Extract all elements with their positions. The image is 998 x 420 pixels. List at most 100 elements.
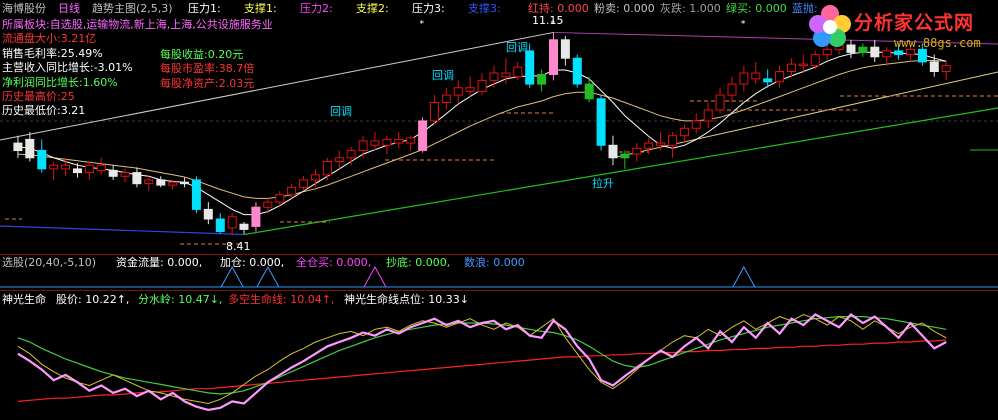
- ind2-item-4: 神光生命线点位: 10.33↓: [344, 293, 469, 306]
- candle-body: [549, 39, 558, 75]
- candle-body: [406, 137, 416, 144]
- candle-body: [287, 186, 297, 196]
- candle-body: [73, 168, 82, 174]
- annotation-huitiao-3: 回调: [506, 41, 528, 54]
- candle-body: [382, 138, 392, 146]
- low-price-label: 8.41: [226, 240, 251, 253]
- candle-body: [49, 164, 59, 170]
- candle-body: [275, 194, 285, 203]
- site-logo: 分析家公式网 www.88gs.com: [808, 2, 996, 54]
- ind1-item-2: 加仓: 0.000,: [220, 256, 285, 269]
- candle-body: [25, 138, 35, 159]
- candle-body: [358, 140, 368, 151]
- candle-body: [703, 109, 713, 122]
- header-item-1: 日线: [58, 2, 80, 15]
- candle-body: [668, 135, 677, 146]
- chart-stage: * * * 海博股份 日线 趋势主图(2,5,3) 压力1: 支撑1: 压力2: 支撑2: 压力3…: [0, 0, 998, 417]
- candle-body: [727, 83, 737, 96]
- info-right-line-2: 每股净资产:2.03元: [160, 76, 255, 90]
- candle-body: [370, 140, 380, 146]
- ind1-signal-3: [732, 265, 756, 288]
- annotation-lasheng: 拉升: [592, 177, 614, 190]
- candle-body: [299, 179, 309, 188]
- info-line-5: 历史最高价:25: [2, 90, 75, 103]
- header-item-11: 灰跌: 1.000: [660, 2, 721, 15]
- peak-star-0: *: [420, 19, 425, 29]
- info-line-0: 所属板块:自选股,运输物流,新上海,上海,公共设施服务业: [2, 18, 273, 31]
- candle-body: [941, 65, 951, 72]
- info-line-1: 流通盘大小:3.21亿: [2, 32, 97, 46]
- header-item-7: 压力3:: [412, 2, 445, 15]
- candle-body: [156, 179, 166, 186]
- candle-body: [525, 50, 535, 85]
- panel-separator-2: [0, 290, 998, 291]
- candle-body: [775, 71, 785, 83]
- header-item-2: 趋势主图(2,5,3): [92, 2, 173, 15]
- info-line-2: 销售毛利率:25.49%: [2, 46, 103, 60]
- ind1-signal-2: [363, 265, 387, 288]
- info-right-line-0: 每股收益:0.20元: [160, 48, 244, 61]
- panel-separator-1: [0, 254, 998, 255]
- candle-body: [429, 102, 439, 122]
- ind1-item-1: 资金流量: 0.000,: [116, 256, 203, 269]
- candle-body: [572, 57, 582, 85]
- logo-url: www.88gs.com: [894, 36, 981, 50]
- candle-body: [453, 87, 463, 96]
- candle-body: [560, 39, 570, 59]
- peak-star-2: *: [741, 19, 746, 29]
- ind2-item-2: 分水岭: 10.47↓,: [138, 293, 223, 306]
- candle-body: [120, 172, 130, 177]
- candle-body: [180, 181, 189, 185]
- candle-body: [346, 149, 356, 159]
- candle-body: [441, 94, 451, 103]
- candle-body: [644, 142, 654, 149]
- candle-body: [310, 174, 320, 181]
- logo-title: 分析家公式网: [854, 12, 975, 34]
- stock-chart: * * *: [0, 19, 998, 412]
- candle-body: [679, 127, 689, 137]
- candle-body: [489, 72, 499, 81]
- candle-body: [787, 63, 796, 72]
- trend-support-line: [243, 107, 998, 236]
- annotation-huitiao-1: 回调: [330, 105, 352, 118]
- ind2-item-0: 神光生命: [2, 293, 46, 306]
- candle-body: [322, 161, 332, 176]
- candle-body: [84, 164, 94, 174]
- header-item-0: 海博股份: [2, 2, 46, 15]
- candle-body: [251, 206, 261, 227]
- candle-body: [810, 54, 820, 67]
- candle-body: [584, 83, 594, 100]
- candle-body: [537, 74, 547, 85]
- candle-body: [144, 179, 154, 185]
- header-item-12: 绿买: 0.000: [726, 2, 787, 15]
- high-price-label: 11.15: [532, 14, 564, 27]
- header-item-5: 压力2:: [300, 2, 333, 15]
- candle-body: [477, 79, 487, 93]
- candle-body: [96, 164, 106, 171]
- candle-body: [418, 120, 428, 151]
- ind1-signal-0: [220, 265, 244, 288]
- candle-body: [203, 208, 213, 220]
- candle-body: [108, 169, 118, 177]
- candle-body: [215, 218, 225, 232]
- info-right-line-1: 每股市盈率:38.7倍: [160, 62, 255, 76]
- candle-body: [239, 223, 249, 230]
- candle-body: [751, 72, 761, 80]
- info-line-3: 主营收入同比增长:-3.01%: [2, 61, 133, 75]
- candle-body: [132, 172, 142, 185]
- candle-body: [465, 87, 475, 92]
- ind2-item-1: 股价: 10.22↑,: [56, 293, 130, 306]
- candle-body: [620, 153, 630, 159]
- candle-body: [596, 98, 606, 146]
- candle-body: [501, 72, 511, 78]
- candle-body: [513, 66, 523, 78]
- candle-body: [13, 142, 23, 152]
- candle-body: [739, 72, 749, 85]
- ind1-item-5: 数浪: 0.000: [464, 256, 525, 269]
- candle-body: [263, 201, 273, 208]
- info-line-4: 净利润同比增长:1.60%: [2, 75, 118, 89]
- annotation-huitiao-2: 回调: [432, 69, 454, 82]
- candle-body: [168, 181, 178, 186]
- osc-green-line: [17, 316, 947, 395]
- candle-body: [656, 142, 666, 146]
